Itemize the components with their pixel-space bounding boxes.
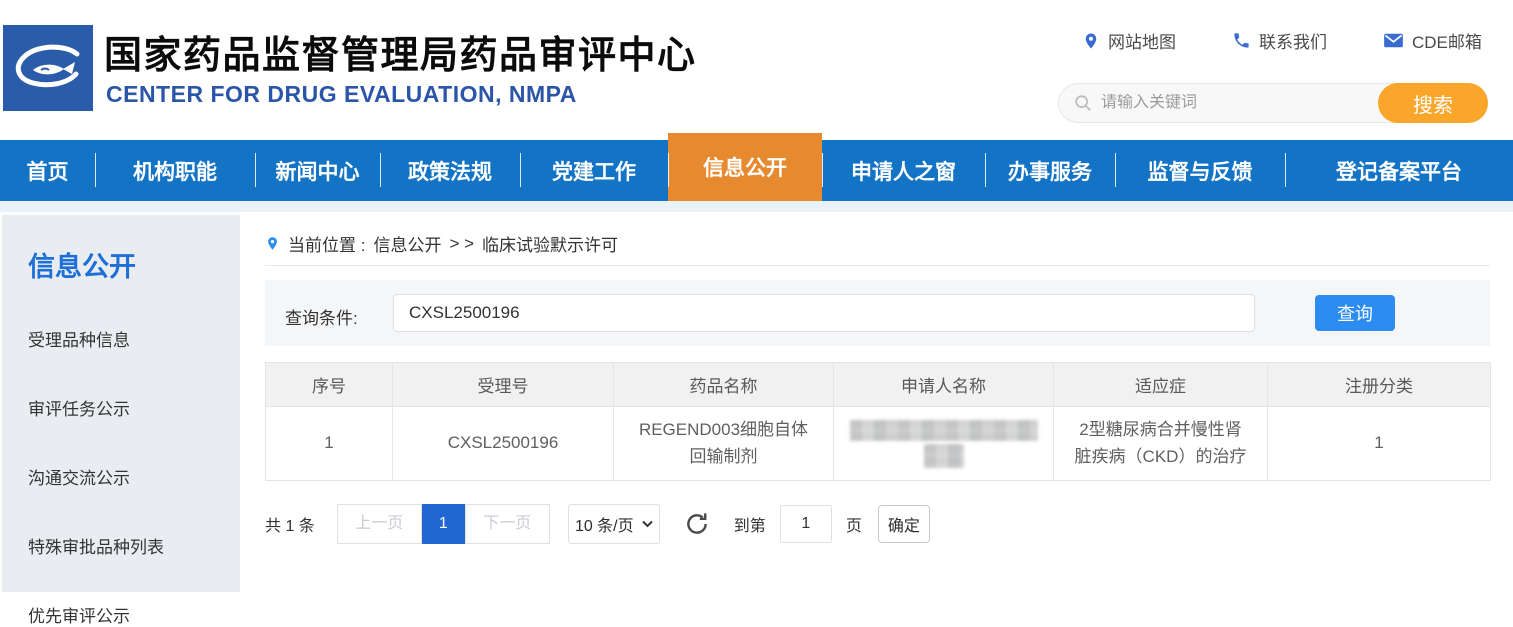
- page-unit-label: 页: [846, 512, 862, 536]
- goto-page-label: 到第: [734, 512, 766, 536]
- mailbox-label: CDE邮箱: [1412, 28, 1482, 53]
- phone-icon: [1232, 31, 1251, 50]
- breadcrumb-separator: > >: [449, 234, 474, 254]
- breadcrumb-page[interactable]: 临床试验默示许可: [482, 231, 618, 256]
- sitemap-label: 网站地图: [1108, 28, 1176, 53]
- pager-group: 上一页 1 下一页: [337, 504, 550, 544]
- prev-page-button[interactable]: 上一页: [337, 504, 422, 544]
- nav-item-services[interactable]: 办事服务: [985, 140, 1115, 201]
- table-header-row: 序号 受理号 药品名称 申请人名称 适应症 注册分类: [266, 363, 1491, 407]
- nav-item-information-disclosure[interactable]: 信息公开: [668, 133, 822, 201]
- sidebar-item-priority-review[interactable]: 优先审评公示: [28, 602, 240, 627]
- cell-applicant: [834, 407, 1054, 481]
- page-size-select[interactable]: 10 条/页: [568, 504, 660, 544]
- map-pin-icon: [1082, 31, 1100, 51]
- fish-swoosh-icon: [3, 25, 93, 111]
- cell-registration-class: 1: [1268, 407, 1491, 481]
- page-subtitle: CENTER FOR DRUG EVALUATION, NMPA: [106, 81, 577, 108]
- site-search-bar: 搜索: [1058, 83, 1488, 123]
- sidebar-item-accepted-products[interactable]: 受理品种信息: [28, 326, 240, 351]
- search-icon: [1073, 93, 1093, 113]
- contact-label: 联系我们: [1259, 28, 1327, 53]
- cell-acceptance-no: CXSL2500196: [393, 407, 614, 481]
- cell-drug-name: REGEND003细胞自体回输制剂: [614, 407, 834, 481]
- query-button[interactable]: 查询: [1315, 295, 1395, 331]
- redaction-blur-block: [850, 420, 1038, 441]
- next-page-button[interactable]: 下一页: [465, 504, 550, 544]
- refresh-icon[interactable]: [684, 511, 710, 537]
- query-label: 查询条件:: [285, 304, 358, 329]
- pagination-total: 共 1 条: [265, 512, 315, 536]
- site-logo[interactable]: [3, 25, 93, 111]
- nav-item-party-building[interactable]: 党建工作: [520, 140, 668, 201]
- nav-item-news[interactable]: 新闻中心: [255, 140, 380, 201]
- results-table: 序号 受理号 药品名称 申请人名称 适应症 注册分类 1 CXSL2500196…: [265, 362, 1491, 481]
- header-quick-links: 网站地图 联系我们 CDE邮箱: [1082, 28, 1482, 53]
- page-size-value: 10 条/页: [575, 512, 634, 536]
- breadcrumb-section[interactable]: 信息公开: [373, 231, 441, 256]
- main-navigation: 首页 机构职能 新闻中心 政策法规 党建工作 信息公开 申请人之窗 办事服务 监…: [0, 140, 1513, 201]
- sidebar-title: 信息公开: [28, 245, 240, 284]
- query-input[interactable]: [393, 294, 1255, 332]
- chevron-down-icon: [642, 520, 653, 528]
- breadcrumb-label: 当前位置 :: [288, 231, 365, 256]
- goto-confirm-button[interactable]: 确定: [878, 505, 930, 543]
- redacted-applicant-name: [852, 420, 1035, 468]
- sidebar-item-review-tasks[interactable]: 审评任务公示: [28, 395, 240, 420]
- sidebar: 信息公开 受理品种信息 审评任务公示 沟通交流公示 特殊审批品种列表 优先审评公…: [2, 215, 240, 592]
- mail-icon: [1383, 32, 1404, 49]
- nav-item-policies[interactable]: 政策法规: [380, 140, 520, 201]
- nav-bottom-strip: [0, 201, 1513, 212]
- nav-item-functions[interactable]: 机构职能: [95, 140, 255, 201]
- table-row: 1 CXSL2500196 REGEND003细胞自体回输制剂 2型糖尿病合并慢…: [266, 407, 1491, 481]
- cell-indication: 2型糖尿病合并慢性肾脏疾病（CKD）的治疗: [1054, 407, 1268, 481]
- pagination-bar: 共 1 条 上一页 1 下一页 10 条/页 到第 页 确定: [265, 504, 930, 544]
- goto-page-input[interactable]: [780, 505, 832, 543]
- col-header-applicant: 申请人名称: [834, 363, 1054, 407]
- nav-item-home[interactable]: 首页: [0, 140, 95, 201]
- col-header-indication: 适应症: [1054, 363, 1268, 407]
- sitemap-link[interactable]: 网站地图: [1082, 28, 1176, 53]
- query-panel: 查询条件:: [265, 280, 1490, 346]
- col-header-registration-class: 注册分类: [1268, 363, 1491, 407]
- page-number-button[interactable]: 1: [422, 504, 465, 544]
- contact-link[interactable]: 联系我们: [1232, 28, 1327, 53]
- page-title: 国家药品监督管理局药品审评中心: [104, 24, 697, 79]
- location-pin-icon: [265, 234, 280, 253]
- breadcrumb: 当前位置 : 信息公开 > > 临床试验默示许可: [265, 231, 618, 256]
- sidebar-item-special-approval[interactable]: 特殊审批品种列表: [28, 533, 240, 558]
- breadcrumb-divider: [265, 265, 1490, 266]
- nav-item-registration-platform[interactable]: 登记备案平台: [1285, 140, 1513, 201]
- redaction-blur-block: [924, 444, 964, 468]
- sidebar-item-communication[interactable]: 沟通交流公示: [28, 464, 240, 489]
- col-header-acceptance-no: 受理号: [393, 363, 614, 407]
- mailbox-link[interactable]: CDE邮箱: [1383, 28, 1482, 53]
- nav-item-applicant-window[interactable]: 申请人之窗: [822, 140, 985, 201]
- col-header-seq: 序号: [266, 363, 393, 407]
- cell-seq: 1: [266, 407, 393, 481]
- nav-item-supervision[interactable]: 监督与反馈: [1115, 140, 1285, 201]
- site-search-button[interactable]: 搜索: [1378, 83, 1488, 123]
- col-header-drug-name: 药品名称: [614, 363, 834, 407]
